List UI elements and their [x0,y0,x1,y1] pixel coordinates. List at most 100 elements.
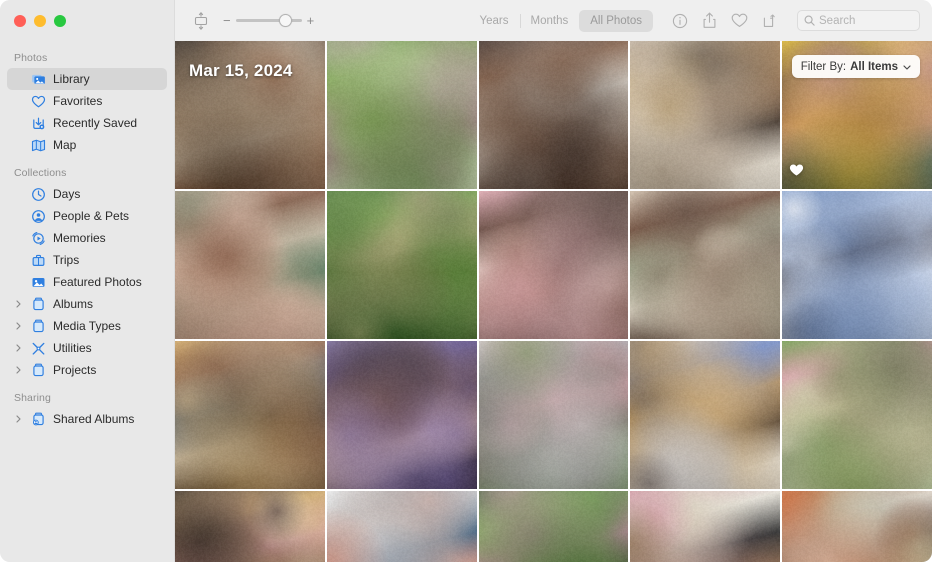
sidebar-item-label: Memories [53,231,106,245]
memories-play-icon [30,231,46,246]
zoom-slider-track[interactable] [235,14,302,27]
photo-thumbnail[interactable] [630,191,781,339]
zoom-slider-knob[interactable] [278,14,292,27]
photo-image [630,41,781,189]
photo-thumbnail[interactable] [630,491,781,562]
photo-image [630,191,781,339]
minimize-button[interactable] [34,14,46,27]
tools-icon [30,341,46,356]
photo-thumbnail[interactable] [630,341,781,489]
share-icon[interactable] [701,12,718,29]
photo-grid-area: Mar 15, 2024 Filter By: All Items [175,41,932,562]
zoom-slider[interactable]: − + [223,14,314,27]
photo-image [630,341,781,489]
sidebar-item-recently-saved[interactable]: Recently Saved [7,112,167,134]
sidebar-item-people-pets[interactable]: People & Pets [7,205,167,227]
toolbar-right: − + Years Months All Photos Search [175,0,932,41]
photo-thumbnail[interactable] [478,341,629,489]
sidebar-item-library[interactable]: Library [7,68,167,90]
filter-by-prefix: Filter By: [800,60,847,73]
search-icon [804,15,815,26]
sidebar-item-memories[interactable]: Memories [7,227,167,249]
view-mode-segmented-control[interactable]: Years Months All Photos [469,9,653,32]
sidebar-item-utilities[interactable]: Utilities [7,337,167,359]
tab-months[interactable]: Months [519,10,580,32]
photo-thumbnail[interactable] [326,341,477,489]
photo-thumbnail[interactable] [326,41,477,189]
photo-thumbnail[interactable] [630,41,781,189]
photo-image [326,341,477,489]
chevron-right-icon[interactable] [14,344,23,352]
chevron-right-icon[interactable] [14,300,23,308]
favorite-heart-icon[interactable] [731,12,748,29]
featured-photo-icon [30,275,46,290]
sidebar-item-label: Days [53,187,81,201]
chevron-right-icon[interactable] [14,322,23,330]
photo-image [326,191,477,339]
tab-all-photos[interactable]: All Photos [579,9,653,32]
chevron-right-icon[interactable] [14,366,23,374]
photo-grid [175,41,932,562]
sidebar-group-collections: Collections Days People & Pets Memories Trip… [0,164,174,381]
zoom-button[interactable] [54,14,66,27]
photo-thumbnail[interactable] [478,191,629,339]
toolbar-action-icons: Search [671,10,920,31]
chevron-down-icon [903,62,911,72]
sidebar-item-albums[interactable]: Albums [7,293,167,315]
sidebar-item-projects[interactable]: Projects [7,359,167,381]
photo-thumbnail[interactable] [175,341,325,489]
album-folder-icon [30,297,46,312]
sidebar-item-label: Featured Photos [53,275,142,289]
sidebar-item-trips[interactable]: Trips [7,249,167,271]
toolbar: − + Years Months All Photos Search [0,0,932,41]
sidebar-item-label: Projects [53,363,97,377]
photo-thumbnail[interactable] [782,341,932,489]
photo-image [630,491,781,562]
zoom-in-label[interactable]: + [307,14,315,27]
photo-image [478,191,629,339]
close-button[interactable] [14,14,26,27]
sidebar-item-label: Shared Albums [53,412,135,426]
rotate-icon[interactable] [761,12,778,29]
photo-thumbnail[interactable] [782,491,932,562]
chevron-right-icon[interactable] [14,415,23,423]
aspect-ratio-icon[interactable] [189,10,213,32]
photo-image [326,491,477,562]
search-field[interactable]: Search [797,10,920,31]
map-icon [30,138,46,153]
photo-thumbnail[interactable] [175,41,325,189]
sidebar-item-media-types[interactable]: Media Types [7,315,167,337]
sidebar-item-label: Media Types [53,319,121,333]
sidebar-item-label: Favorites [53,94,103,108]
heart-icon [30,94,46,109]
sidebar-item-days[interactable]: Days [7,183,167,205]
photo-thumbnail[interactable] [326,491,477,562]
tab-years[interactable]: Years [469,10,520,32]
filter-by-value: All Items [850,60,898,73]
sidebar-item-shared-albums[interactable]: Shared Albums [7,408,167,430]
photo-image [175,341,325,489]
photo-thumbnail[interactable] [326,191,477,339]
photo-thumbnail[interactable] [478,491,629,562]
sidebar-item-label: Map [53,138,77,152]
photo-thumbnail[interactable] [175,191,325,339]
album-folder-icon [30,319,46,334]
photo-image [782,191,932,339]
sidebar-item-label: People & Pets [53,209,130,223]
traffic-lights [14,14,66,27]
sidebar-item-featured-photos[interactable]: Featured Photos [7,271,167,293]
photo-thumbnail[interactable] [478,41,629,189]
filter-by-button[interactable]: Filter By: All Items [791,55,920,78]
sidebar-item-favorites[interactable]: Favorites [7,90,167,112]
sidebar-item-map[interactable]: Map [7,134,167,156]
photo-image [782,491,932,562]
zoom-out-label[interactable]: − [223,14,231,27]
album-folder-icon [30,363,46,378]
sidebar-item-label: Recently Saved [53,116,138,130]
clock-icon [30,187,46,202]
photo-thumbnail[interactable] [175,491,325,562]
sidebar-item-label: Library [53,72,90,86]
search-placeholder: Search [819,14,856,27]
info-icon[interactable] [671,12,688,29]
photo-thumbnail[interactable] [782,191,932,339]
